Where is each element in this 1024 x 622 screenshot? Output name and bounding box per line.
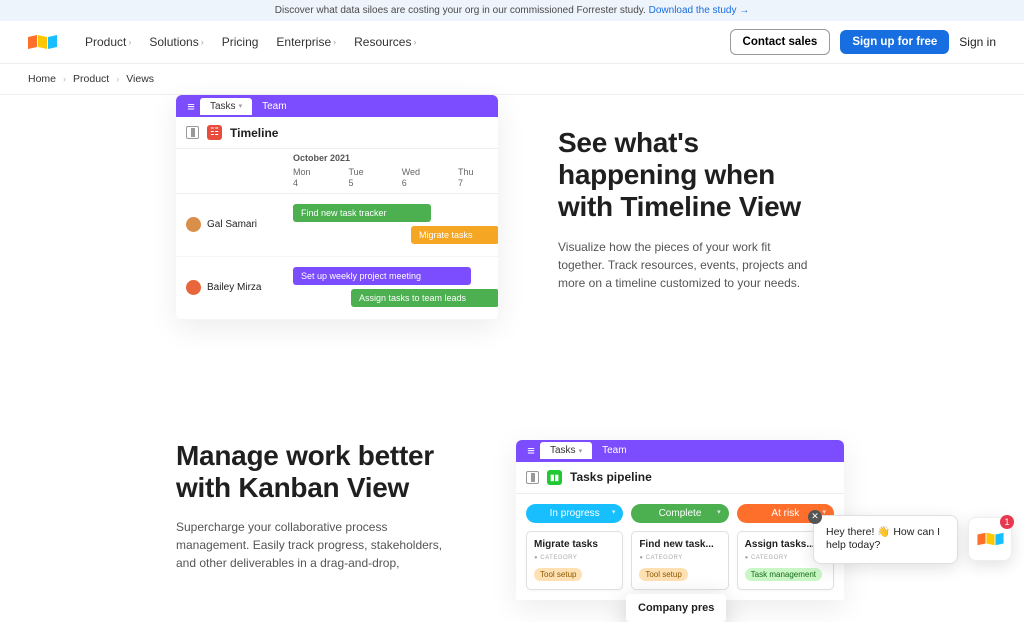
- kanban-icon: ▮▮: [547, 470, 562, 485]
- card-tag: Tool setup: [639, 568, 687, 581]
- section2-heading: Manage work better with Kanban View: [176, 440, 456, 504]
- assignee[interactable]: Gal Samari: [176, 217, 293, 232]
- kanban-card[interactable]: Migrate tasks ● CATEGORY Tool setup: [526, 531, 623, 590]
- kanban-column: In progress Migrate tasks ● CATEGORY Tool s…: [526, 504, 623, 590]
- timeline-bar[interactable]: Assign tasks to team leads: [351, 289, 498, 307]
- crumb-home[interactable]: Home: [28, 73, 56, 85]
- tab-tasks[interactable]: Tasks ▾: [200, 98, 252, 115]
- contact-sales-button[interactable]: Contact sales: [730, 29, 831, 55]
- timeline-bar[interactable]: Migrate tasks: [411, 226, 498, 244]
- breadcrumb: Home› Product› Views: [0, 64, 1024, 95]
- status-pill[interactable]: In progress: [526, 504, 623, 523]
- notification-badge: 1: [1000, 515, 1014, 529]
- timeline-icon: ☷: [207, 125, 222, 140]
- chevron-down-icon: ›: [413, 37, 416, 47]
- day-header: Mon4: [293, 167, 311, 189]
- card-title: Find new task...: [639, 539, 720, 550]
- nav-enterprise[interactable]: Enterprise›: [276, 35, 336, 49]
- chevron-down-icon: ›: [201, 37, 204, 47]
- timeline-row: Gal SamariFind new task tracker Migrate t…: [176, 194, 498, 257]
- top-nav: Product› Solutions› Pricing Enterprise› …: [0, 21, 1024, 64]
- signin-link[interactable]: Sign in: [959, 35, 996, 49]
- card-tag: Task management: [745, 568, 822, 581]
- chevron-down-icon: ›: [333, 37, 336, 47]
- tab-tasks[interactable]: Tasks ▾: [540, 442, 592, 459]
- nav-solutions[interactable]: Solutions›: [149, 35, 203, 49]
- card-category-label: ● CATEGORY: [639, 555, 720, 561]
- assignee[interactable]: Bailey Mirza: [176, 280, 293, 295]
- day-header: Thu7: [458, 167, 474, 189]
- menu-icon[interactable]: ≡: [522, 443, 540, 458]
- nav-product[interactable]: Product›: [85, 35, 131, 49]
- timeline-preview-card: ≡ Tasks ▾ Team ☷ Timeline October 2021 M…: [176, 95, 498, 320]
- avatar: [186, 280, 201, 295]
- nav-pricing[interactable]: Pricing: [222, 35, 259, 49]
- timeline-row: Bailey MirzaSet up weekly project meetin…: [176, 257, 498, 320]
- close-icon[interactable]: ✕: [808, 510, 822, 524]
- chat-bubble: ✕ Hey there! 👋 How can I help today?: [813, 515, 958, 564]
- section2-sub: Supercharge your collaborative process m…: [176, 518, 456, 572]
- chat-widget: ✕ Hey there! 👋 How can I help today? 1: [813, 515, 1012, 564]
- tab-team[interactable]: Team: [592, 442, 636, 459]
- view-title: Timeline: [230, 126, 278, 140]
- drag-card-popout[interactable]: Company pres: [626, 594, 726, 622]
- chevron-down-icon: ›: [128, 37, 131, 47]
- tab-team[interactable]: Team: [252, 98, 296, 115]
- section1-heading: See what's happening when with Timeline …: [558, 127, 818, 224]
- chat-launcher[interactable]: 1: [968, 517, 1012, 561]
- timeline-bar[interactable]: Set up weekly project meeting: [293, 267, 471, 285]
- kanban-card[interactable]: Find new task... ● CATEGORY Tool setup: [631, 531, 728, 590]
- status-pill[interactable]: Complete: [631, 504, 728, 523]
- view-title: Tasks pipeline: [570, 470, 652, 484]
- menu-icon[interactable]: ≡: [182, 99, 200, 114]
- day-header: Tue5: [349, 167, 364, 189]
- card-title: Migrate tasks: [534, 539, 615, 550]
- signup-button[interactable]: Sign up for free: [840, 30, 949, 54]
- banner-link[interactable]: Download the study →: [649, 5, 750, 16]
- sidebar-toggle-icon[interactable]: [526, 471, 539, 484]
- promo-banner: Discover what data siloes are costing yo…: [0, 0, 1024, 21]
- kanban-column: Complete Find new task... ● CATEGORY Tool s…: [631, 504, 728, 590]
- timeline-bar[interactable]: Find new task tracker: [293, 204, 431, 222]
- section1-sub: Visualize how the pieces of your work fi…: [558, 238, 818, 292]
- month-label: October 2021: [293, 153, 350, 163]
- avatar: [186, 217, 201, 232]
- card-category-label: ● CATEGORY: [534, 555, 615, 561]
- day-header: Wed6: [402, 167, 420, 189]
- nav-resources[interactable]: Resources›: [354, 35, 416, 49]
- sidebar-toggle-icon[interactable]: [186, 126, 199, 139]
- banner-text: Discover what data siloes are costing yo…: [275, 5, 646, 16]
- logo[interactable]: [28, 36, 57, 48]
- card-tag: Tool setup: [534, 568, 582, 581]
- crumb-product[interactable]: Product: [73, 73, 109, 85]
- crumb-views: Views: [126, 73, 154, 85]
